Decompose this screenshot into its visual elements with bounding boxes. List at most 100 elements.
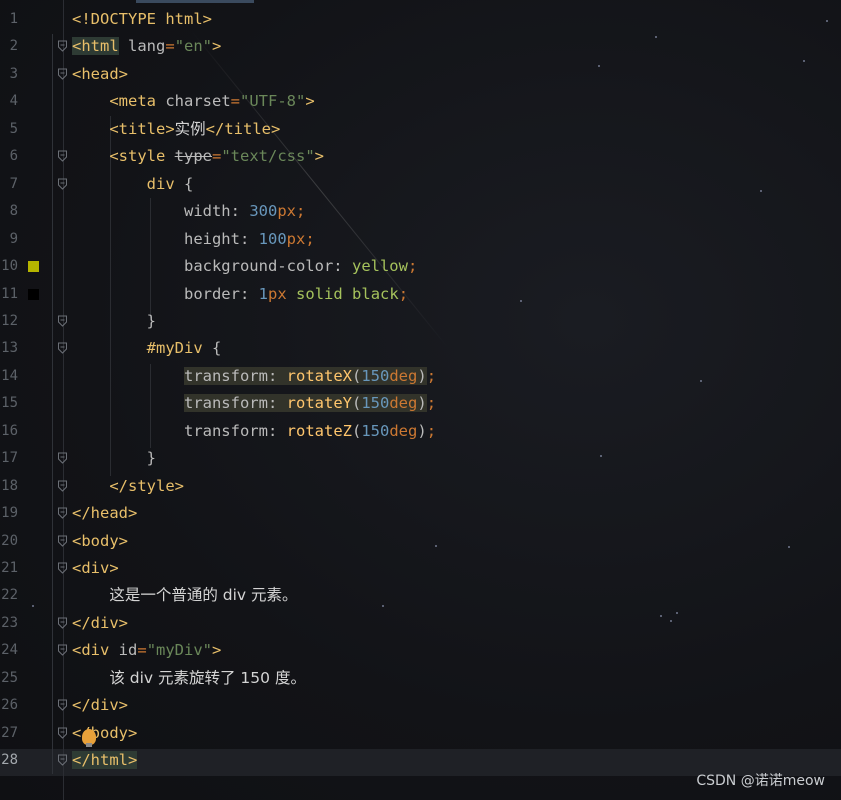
line-number[interactable]: 23 xyxy=(0,610,18,638)
code-line[interactable]: 7 div { xyxy=(0,171,841,199)
code-line[interactable]: 24 <div id="myDiv"> xyxy=(0,637,841,665)
line-number[interactable]: 8 xyxy=(0,198,18,226)
line-number[interactable]: 1 xyxy=(0,6,18,34)
fold-icon[interactable] xyxy=(58,315,67,327)
line-number[interactable]: 24 xyxy=(0,637,18,665)
code-line[interactable]: 3 <head> xyxy=(0,61,841,89)
line-number[interactable]: 6 xyxy=(0,143,18,171)
code-text[interactable]: <div id="myDiv"> xyxy=(72,637,221,665)
fold-icon[interactable] xyxy=(58,535,67,547)
code-line[interactable]: 11 border: 1px solid black; xyxy=(0,281,841,309)
fold-icon[interactable] xyxy=(58,644,67,657)
code-text[interactable]: </style> xyxy=(72,473,184,501)
code-line[interactable]: 18 </style> xyxy=(0,473,841,501)
code-text[interactable]: <title>实例</title> xyxy=(72,116,280,144)
code-line[interactable]: 12 } xyxy=(0,308,841,336)
line-number[interactable]: 14 xyxy=(0,363,18,391)
code-line[interactable]: 21 <div> xyxy=(0,555,841,583)
code-text[interactable]: <div> xyxy=(72,555,119,583)
fold-icon[interactable] xyxy=(58,507,67,519)
code-text[interactable]: div { xyxy=(72,171,194,199)
code-line[interactable]: 6 <style type="text/css"> xyxy=(0,143,841,171)
code-text[interactable]: width: 300px; xyxy=(72,198,305,226)
code-text[interactable]: transform: rotateX(150deg); xyxy=(72,363,436,391)
fold-icon[interactable] xyxy=(58,754,67,766)
code-line[interactable]: 10 background-color: yellow; xyxy=(0,253,841,281)
code-line[interactable]: 25 该 div 元素旋转了 150 度。 xyxy=(0,665,841,693)
line-number[interactable]: 28 xyxy=(0,747,18,775)
code-text[interactable]: } xyxy=(72,445,156,473)
line-number[interactable]: 11 xyxy=(0,281,18,309)
line-number[interactable]: 21 xyxy=(0,555,18,583)
color-swatch-icon[interactable] xyxy=(28,288,39,300)
fold-icon[interactable] xyxy=(58,699,67,711)
code-text[interactable]: height: 100px; xyxy=(72,226,315,254)
fold-icon[interactable] xyxy=(58,40,67,53)
code-line[interactable]: 5 <title>实例</title> xyxy=(0,116,841,144)
line-number[interactable]: 12 xyxy=(0,308,18,336)
line-number[interactable]: 18 xyxy=(0,473,18,501)
code-text[interactable]: <meta charset="UTF-8"> xyxy=(72,88,314,116)
code-line[interactable]: 9 height: 100px; xyxy=(0,226,841,254)
line-number[interactable]: 27 xyxy=(0,720,18,748)
fold-icon[interactable] xyxy=(58,617,67,629)
code-text[interactable]: background-color: yellow; xyxy=(72,253,417,281)
fold-icon[interactable] xyxy=(58,342,67,355)
line-number[interactable]: 22 xyxy=(0,582,18,610)
line-number[interactable]: 10 xyxy=(0,253,18,281)
line-number[interactable]: 13 xyxy=(0,335,18,363)
line-number[interactable]: 16 xyxy=(0,418,18,446)
fold-icon[interactable] xyxy=(58,150,67,162)
code-text[interactable]: </head> xyxy=(72,500,137,528)
fold-icon[interactable] xyxy=(58,68,67,80)
fold-icon[interactable] xyxy=(58,562,67,574)
line-number[interactable]: 17 xyxy=(0,445,18,473)
code-text[interactable]: </div> xyxy=(72,692,128,720)
fold-icon[interactable] xyxy=(58,452,67,464)
code-text[interactable]: <style type="text/css"> xyxy=(72,143,324,171)
line-number[interactable]: 7 xyxy=(0,171,18,199)
line-number[interactable]: 20 xyxy=(0,528,18,556)
code-line[interactable]: 22 这是一个普通的 div 元素。 xyxy=(0,582,841,610)
code-line[interactable]: 23 </div> xyxy=(0,610,841,638)
code-text[interactable]: transform: rotateY(150deg); xyxy=(72,390,436,418)
code-text[interactable]: <head> xyxy=(72,61,128,89)
code-line[interactable]: 1 <!DOCTYPE html> xyxy=(0,6,841,34)
line-number[interactable]: 15 xyxy=(0,390,18,418)
code-text[interactable]: border: 1px solid black; xyxy=(72,281,408,309)
code-line[interactable]: 19 </head> xyxy=(0,500,841,528)
code-line[interactable]: 13 #myDiv { xyxy=(0,335,841,363)
line-number[interactable]: 4 xyxy=(0,88,18,116)
code-line[interactable]: 8 width: 300px; xyxy=(0,198,841,226)
code-line[interactable]: 16 transform: rotateZ(150deg); xyxy=(0,418,841,446)
code-text[interactable]: } xyxy=(72,308,156,336)
code-line[interactable]: 2 <html lang="en"> xyxy=(0,33,841,61)
fold-icon[interactable] xyxy=(58,178,67,190)
line-number[interactable]: 26 xyxy=(0,692,18,720)
code-text[interactable]: </div> xyxy=(72,610,128,638)
code-text[interactable]: #myDiv { xyxy=(72,335,222,363)
code-text[interactable]: <!DOCTYPE html> xyxy=(72,6,212,34)
code-text[interactable]: transform: rotateZ(150deg); xyxy=(72,418,436,446)
code-text[interactable]: <body> xyxy=(72,528,128,556)
code-line[interactable]: 14 transform: rotateX(150deg); xyxy=(0,363,841,391)
lightbulb-icon[interactable] xyxy=(82,729,96,747)
line-number[interactable]: 3 xyxy=(0,61,18,89)
code-line[interactable]: 15 transform: rotateY(150deg); xyxy=(0,390,841,418)
line-number[interactable]: 9 xyxy=(0,226,18,254)
code-text[interactable]: <html lang="en"> xyxy=(72,33,221,61)
code-editor[interactable]: 1 <!DOCTYPE html> 2 <html lang="en"> 3 <head>… xyxy=(0,0,841,800)
code-line[interactable]: 27 </body> xyxy=(0,720,841,748)
code-line[interactable]: 20 <body> xyxy=(0,528,841,556)
line-number[interactable]: 25 xyxy=(0,665,18,693)
code-line[interactable]: 4 <meta charset="UTF-8"> xyxy=(0,88,841,116)
line-number[interactable]: 5 xyxy=(0,116,18,144)
line-number[interactable]: 2 xyxy=(0,33,18,61)
fold-icon[interactable] xyxy=(58,727,67,739)
code-text[interactable]: </html> xyxy=(72,747,138,775)
fold-icon[interactable] xyxy=(58,480,67,492)
color-swatch-icon[interactable] xyxy=(28,261,39,273)
code-text[interactable]: 这是一个普通的 div 元素。 xyxy=(72,582,297,610)
code-text[interactable]: 该 div 元素旋转了 150 度。 xyxy=(72,665,306,693)
code-line[interactable]: 17 } xyxy=(0,445,841,473)
